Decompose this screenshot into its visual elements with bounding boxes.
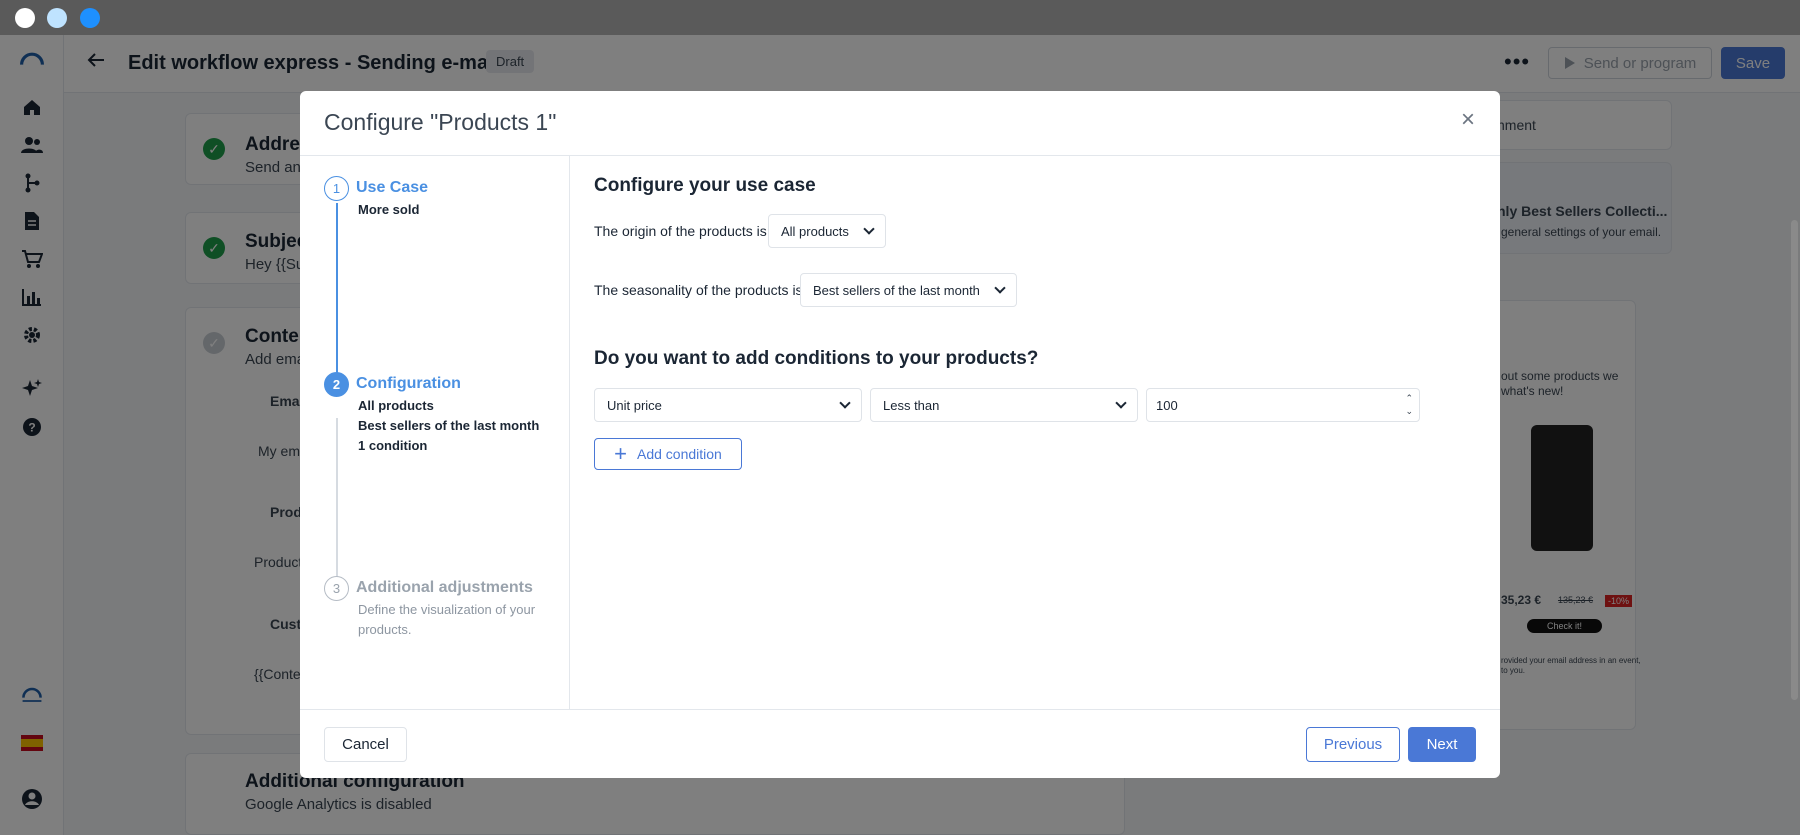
- conditions-heading: Do you want to add conditions to your pr…: [594, 348, 1039, 369]
- chevron-down-icon: [839, 397, 851, 409]
- step-3-number[interactable]: 3: [324, 576, 349, 601]
- step-1-number[interactable]: 1: [324, 176, 349, 201]
- window-minimize-dot[interactable]: [47, 8, 67, 28]
- step-2-detail-conditions: 1 condition: [358, 438, 428, 453]
- chevron-down-icon: [863, 223, 875, 235]
- step-1-detail: More sold: [358, 202, 420, 217]
- origin-label: The origin of the products is:: [594, 223, 771, 239]
- origin-dropdown[interactable]: All products: [768, 214, 886, 248]
- add-condition-label: Add condition: [637, 446, 722, 462]
- seasonality-dropdown-value: Best sellers of the last month: [813, 282, 980, 298]
- stepper-up-icon[interactable]: ⌃: [1405, 392, 1413, 405]
- close-icon[interactable]: ×: [1456, 108, 1480, 133]
- cancel-button[interactable]: Cancel: [324, 727, 407, 762]
- step-2-title[interactable]: Configuration: [356, 375, 461, 393]
- condition-operator-value: Less than: [883, 397, 940, 413]
- condition-field-dropdown[interactable]: Unit price: [594, 388, 862, 422]
- stepper-down-icon[interactable]: ⌄: [1405, 405, 1413, 418]
- page-scrollbar[interactable]: [1791, 220, 1798, 700]
- stepper: 1 Use Case More sold 2 Configuration All…: [300, 156, 570, 709]
- step-connector: [336, 203, 338, 393]
- previous-button[interactable]: Previous: [1306, 727, 1400, 762]
- configure-products-modal: Configure "Products 1" × 1 Use Case More…: [300, 91, 1500, 778]
- window-titlebar: [0, 0, 1800, 35]
- modal-title: Configure "Products 1": [324, 109, 557, 135]
- window-maximize-dot[interactable]: [80, 8, 100, 28]
- chevron-down-icon: [1115, 397, 1127, 409]
- use-case-heading: Configure your use case: [594, 175, 816, 196]
- step-3-title[interactable]: Additional adjustments: [356, 579, 533, 597]
- condition-value-input[interactable]: 100 ⌃ ⌄: [1146, 388, 1420, 422]
- seasonality-label: The seasonality of the products is:: [594, 282, 807, 298]
- modal-header: Configure "Products 1" ×: [300, 91, 1500, 156]
- step-2-detail-origin: All products: [358, 398, 434, 413]
- step-3-detail: Define the visualization of your product…: [358, 602, 536, 637]
- step-2-number[interactable]: 2: [324, 372, 349, 397]
- condition-value-text: 100: [1156, 397, 1178, 413]
- number-stepper[interactable]: ⌃ ⌄: [1405, 392, 1413, 418]
- next-button[interactable]: Next: [1408, 727, 1476, 762]
- add-condition-button[interactable]: + Add condition: [594, 438, 742, 470]
- chevron-down-icon: [994, 282, 1006, 294]
- origin-dropdown-value: All products: [781, 223, 849, 239]
- condition-field-value: Unit price: [607, 397, 662, 413]
- plus-icon: +: [614, 441, 627, 466]
- step-2-detail-seasonality: Best sellers of the last month: [358, 418, 540, 433]
- step-connector: [336, 418, 338, 598]
- configuration-content: Configure your use case The origin of th…: [571, 156, 1500, 709]
- window-close-dot[interactable]: [15, 8, 35, 28]
- seasonality-dropdown[interactable]: Best sellers of the last month: [800, 273, 1017, 307]
- condition-operator-dropdown[interactable]: Less than: [870, 388, 1138, 422]
- step-1-title[interactable]: Use Case: [356, 179, 428, 197]
- modal-footer: Cancel Previous Next: [300, 709, 1500, 778]
